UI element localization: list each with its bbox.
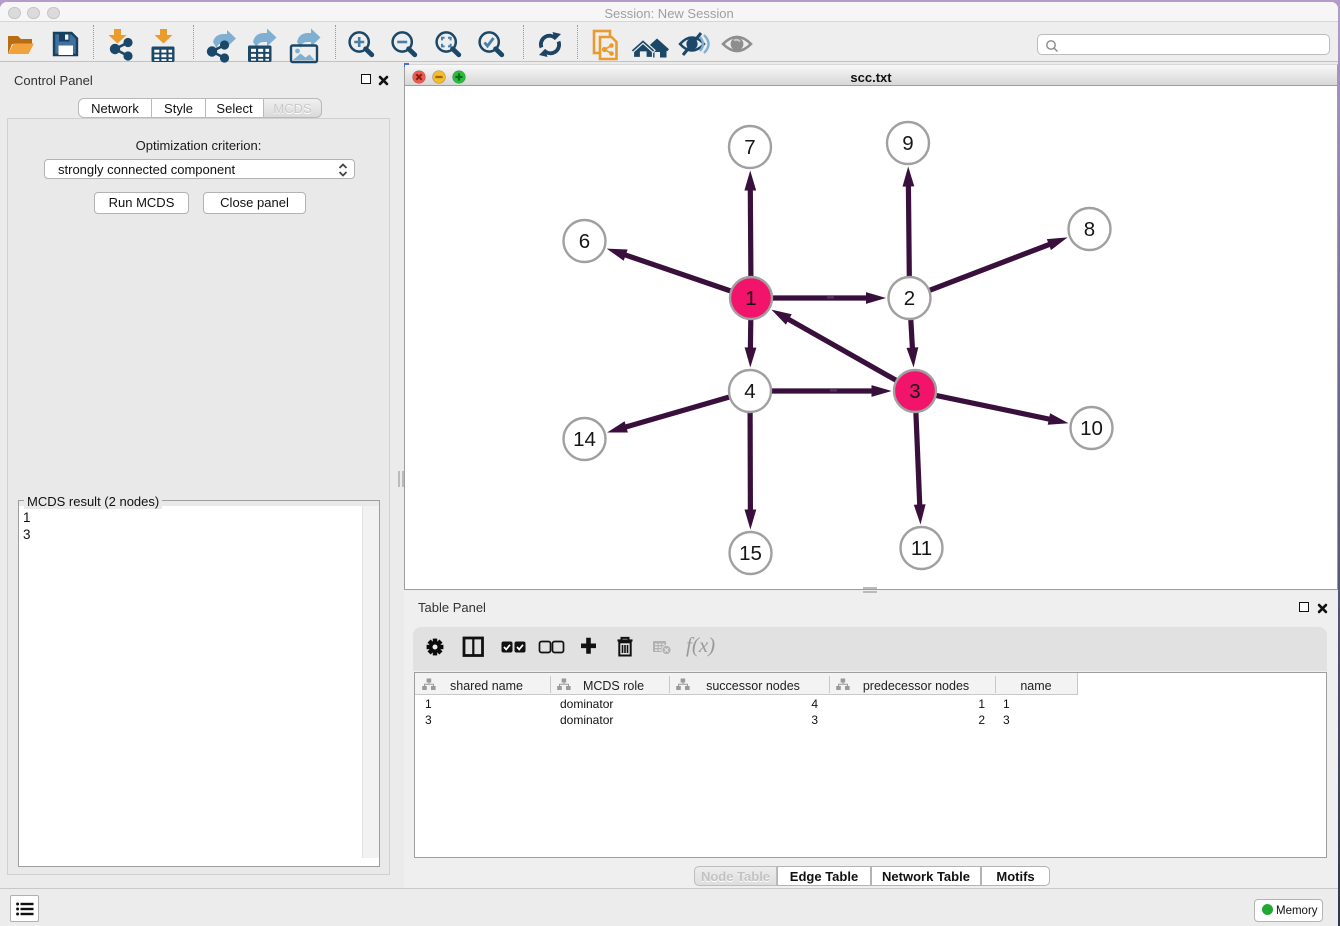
svg-text:7: 7	[744, 136, 755, 159]
svg-text:14: 14	[573, 428, 596, 451]
svg-text:10: 10	[1080, 417, 1103, 440]
svg-text:9: 9	[902, 132, 913, 155]
svg-text:6: 6	[579, 230, 590, 253]
svg-text:3: 3	[909, 380, 920, 403]
svg-text:2: 2	[904, 287, 915, 310]
svg-text:4: 4	[744, 380, 755, 403]
svg-text:8: 8	[1084, 218, 1095, 241]
svg-text:11: 11	[911, 537, 932, 560]
svg-text:15: 15	[739, 542, 762, 565]
svg-text:1: 1	[745, 287, 756, 310]
